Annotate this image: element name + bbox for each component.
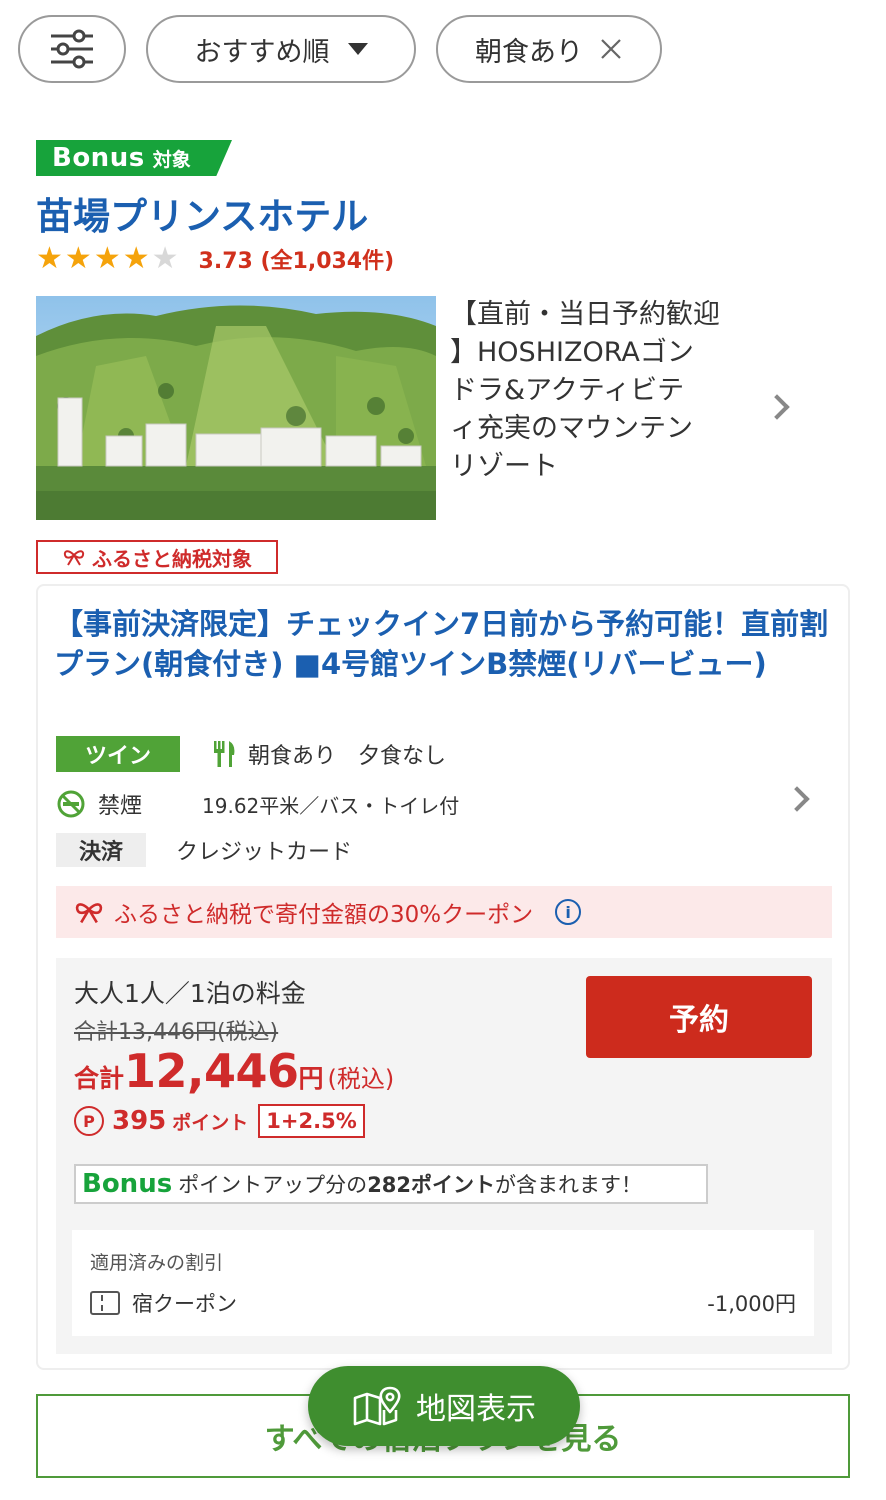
filter-tag-label: 朝食あり	[475, 36, 583, 68]
bonus-note-points: 282ポイント	[367, 1173, 496, 1197]
breakfast-label: 朝食あり	[248, 744, 337, 769]
furusato-badge: ふるさと納税対象	[36, 540, 278, 574]
sort-label: おすすめ順	[194, 36, 330, 68]
rating-row: ★ ★ ★ ★ ★ 3.73 (全1,034件)	[36, 242, 394, 276]
bonus-badge: Bonus 対象	[36, 140, 232, 176]
ribbon-icon	[63, 550, 85, 566]
points-rate-badge: 1+2.5%	[258, 1104, 365, 1138]
chevron-right-icon[interactable]	[764, 394, 790, 420]
chevron-right-icon[interactable]	[784, 786, 810, 812]
bonus-note-suffix: が含まれます！	[495, 1173, 643, 1197]
total-price: 合計 12,446 円 (税込)	[74, 1044, 394, 1098]
rating-text[interactable]: 3.73 (全1,034件)	[199, 243, 395, 275]
star-icon: ★	[93, 241, 121, 276]
star-icon: ★	[64, 241, 92, 276]
info-icon[interactable]: i	[555, 899, 582, 925]
fork-knife-icon	[214, 741, 235, 767]
payment-row: 決済 クレジットカード	[56, 832, 352, 868]
room-size-label: 19.62平米／バス・トイレ付	[202, 793, 460, 818]
hotel-photo[interactable]	[36, 296, 436, 520]
sort-dropdown[interactable]: おすすめ順	[146, 15, 416, 83]
no-smoking-icon	[57, 790, 85, 818]
star-empty-icon: ★	[151, 241, 179, 276]
ticket-icon	[90, 1291, 120, 1315]
price-box: 大人1人／1泊の料金 合計13,446円(税込) 合計 12,446 円 (税込…	[56, 958, 832, 1354]
price-label: 大人1人／1泊の料金	[74, 979, 306, 1008]
map-button-label: 地図表示	[416, 1392, 536, 1427]
room-spec-row: 禁煙 19.62平米／バス・トイレ付	[56, 786, 459, 822]
total-prefix: 合計	[74, 1064, 125, 1093]
ribbon-icon	[75, 903, 103, 924]
rating-stars: ★ ★ ★ ★ ★	[36, 244, 179, 274]
discount-name: 宿クーポン	[132, 1292, 237, 1316]
bonus-sub: 対象	[152, 148, 191, 171]
catch-line: 【直前・当日予約歓迎	[450, 299, 720, 330]
discount-title: 適用済みの割引	[90, 1252, 224, 1274]
map-view-button[interactable]: 地図表示	[308, 1366, 580, 1446]
discount-amount: -1,000円	[707, 1292, 796, 1316]
points-unit: ポイント	[172, 1111, 249, 1134]
furusato-label: ふるさと納税対象	[92, 546, 252, 571]
catch-line: 】HOSHIZORAゴン	[450, 337, 694, 368]
sliders-icon	[51, 29, 93, 69]
filter-settings-button[interactable]	[18, 15, 126, 83]
total-tax: (税込)	[327, 1065, 395, 1093]
hotel-name-link[interactable]: 苗場プリンスホテル	[36, 186, 368, 240]
points-icon: P	[74, 1106, 104, 1136]
bonus-note-prefix: ポイントアップ分の	[178, 1173, 368, 1197]
furusato-coupon-banner[interactable]: ふるさと納税で寄付金額の30%クーポン i	[56, 886, 832, 938]
discount-box: 適用済みの割引 宿クーポン -1,000円	[72, 1230, 814, 1336]
payment-method: クレジットカード	[176, 840, 353, 865]
points-row: P 395 ポイント 1+2.5%	[74, 1104, 365, 1138]
filter-bar: おすすめ順 朝食あり	[18, 14, 868, 84]
payment-tag: 決済	[56, 833, 146, 867]
map-pin-icon	[353, 1386, 401, 1426]
catch-line: リゾート	[450, 451, 558, 482]
reserve-button[interactable]: 予約	[586, 976, 812, 1058]
close-icon[interactable]	[599, 37, 623, 61]
total-yen: 円	[298, 1064, 324, 1093]
hotel-catch-copy[interactable]: 【直前・当日予約歓迎 】HOSHIZORAゴン ドラ&アクティビテ ィ充実のマウ…	[450, 296, 750, 486]
discount-row: 宿クーポン -1,000円	[90, 1288, 796, 1318]
dinner-label: 夕食なし	[358, 744, 447, 769]
bonus-points-note: Bonus ポイントアップ分の 282ポイント が含まれます！	[74, 1164, 708, 1204]
filter-tag-breakfast[interactable]: 朝食あり	[436, 15, 662, 83]
points-value: 395	[112, 1106, 167, 1136]
original-price: 合計13,446円(税込)	[74, 1020, 279, 1045]
meal-info: 朝食あり 夕食なし	[212, 736, 446, 772]
catch-line: ィ充実のマウンテン	[450, 413, 693, 444]
total-value: 12,446	[124, 1044, 299, 1098]
plan-card: 【事前決済限定】チェックイン7日前から予約可能！直前割プラン(朝食付き) ■4号…	[36, 584, 850, 1370]
catch-line: ドラ&アクティビテ	[450, 375, 685, 406]
plan-title-link[interactable]: 【事前決済限定】チェックイン7日前から予約可能！直前割プラン(朝食付き) ■4号…	[54, 604, 834, 684]
bonus-word: Bonus	[52, 143, 145, 173]
star-icon: ★	[122, 241, 150, 276]
smoking-label: 禁煙	[98, 794, 143, 819]
caret-down-icon	[347, 43, 368, 55]
room-type-tag: ツイン	[56, 736, 180, 772]
coupon-banner-text: ふるさと納税で寄付金額の30%クーポン	[114, 902, 534, 928]
star-icon: ★	[36, 241, 63, 276]
bonus-word: Bonus	[82, 1169, 173, 1199]
